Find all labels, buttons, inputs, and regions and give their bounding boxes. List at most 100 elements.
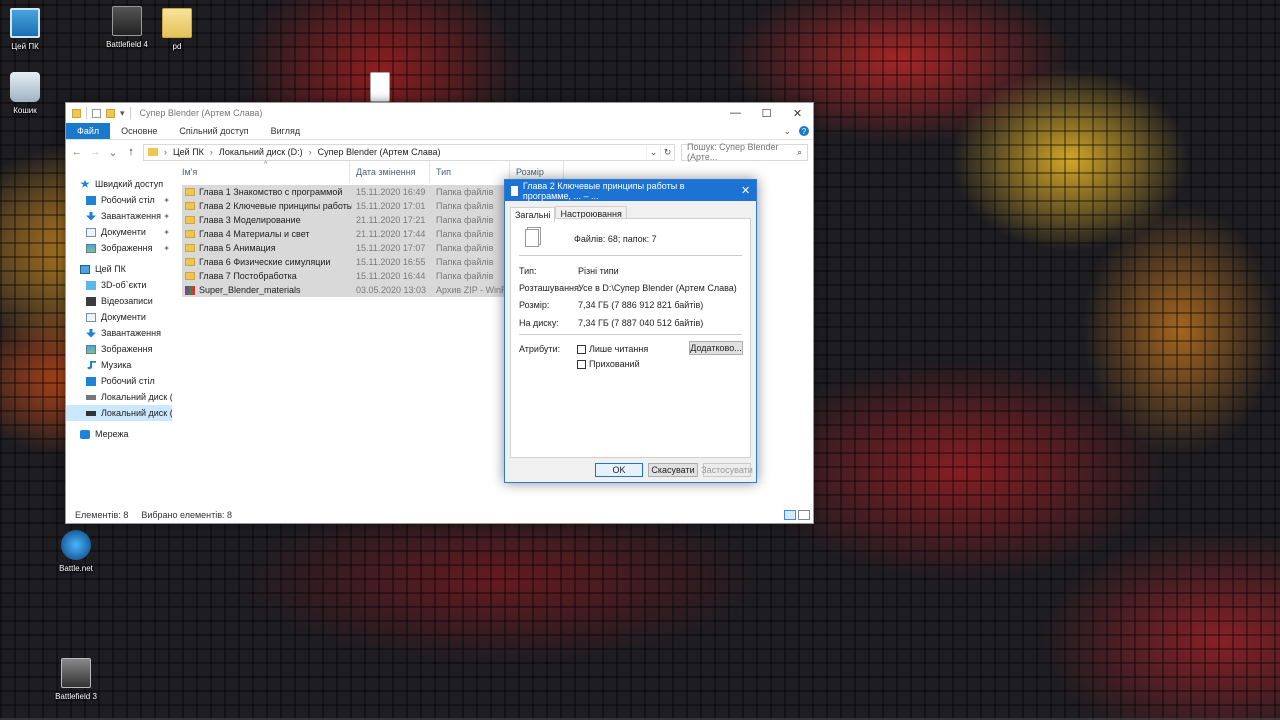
status-bar: Елементів: 8 Вибрано елементів: 8	[66, 507, 813, 523]
music-icon	[87, 360, 96, 370]
nav-desktop[interactable]: Робочий стіл	[66, 373, 172, 389]
minimize-button[interactable]: —	[720, 103, 751, 123]
ok-button[interactable]: OK	[595, 463, 643, 477]
nav-music[interactable]: Музика	[66, 357, 172, 373]
file-type: Архив ZIP - WinR...	[436, 285, 512, 295]
tab-view[interactable]: Вигляд	[260, 123, 312, 139]
hidden-checkbox[interactable]: Прихований	[577, 359, 640, 369]
file-name: Глава 2 Ключевые принципы работы в...	[199, 201, 352, 211]
nav-documents[interactable]: Документи	[66, 309, 172, 325]
property-value: Усе в D:\Супер Blender (Артем Слава)	[578, 283, 737, 293]
nav-quick-access[interactable]: Швидкий доступ	[66, 176, 172, 192]
folder-icon	[72, 108, 81, 118]
large-icons-view-icon[interactable]	[798, 510, 810, 520]
advanced-button[interactable]: Додатково...	[689, 341, 743, 355]
forward-arrow-icon[interactable]: →	[89, 146, 101, 158]
checkbox-box[interactable]	[577, 359, 586, 369]
nav-quick-pictures[interactable]: Зображення ✦	[66, 240, 172, 256]
star-icon	[80, 179, 90, 188]
nav-quick-downloads[interactable]: Завантаження ✦	[66, 208, 172, 224]
desktop-icon-pd[interactable]: pd	[142, 8, 212, 51]
search-icon: ⌕	[796, 146, 802, 157]
pin-icon: ✦	[163, 243, 170, 253]
up-arrow-icon[interactable]: ↑	[125, 146, 137, 158]
tab-file[interactable]: Файл	[66, 123, 111, 139]
nav-drive-c[interactable]: Локальний диск (C	[66, 389, 172, 405]
documents-icon	[86, 312, 96, 322]
download-icon	[86, 211, 96, 221]
tab-general[interactable]: Загальні	[510, 207, 556, 222]
nav-downloads[interactable]: Завантаження	[66, 325, 172, 341]
dialog-close-button[interactable]: ✕	[735, 184, 756, 197]
desktop-icon-file[interactable]	[345, 72, 415, 106]
file-name: Глава 4 Материалы и свет	[199, 229, 310, 239]
dialog-title-bar[interactable]: Глава 2 Ключевые принципы работы в прогр…	[505, 180, 756, 201]
desktop-icon	[86, 195, 96, 205]
desktop-icon-battlenet[interactable]: Battle.net	[41, 530, 111, 573]
nav-quick-desktop[interactable]: Робочий стіл ✦	[66, 192, 172, 208]
nav-label: Завантаження	[101, 328, 161, 338]
file-name: Глава 1 Знакомство с программой	[199, 187, 343, 197]
column-header-date[interactable]: Дата змінення	[350, 161, 430, 183]
separator	[129, 107, 131, 119]
readonly-checkbox[interactable]: Лише читання	[577, 344, 648, 354]
desktop-icon-battlefield3[interactable]: Battlefield 3	[41, 658, 111, 701]
file-date: 15.11.2020 16:44	[356, 271, 426, 281]
back-arrow-icon[interactable]: ←	[71, 146, 83, 158]
file-date: 15.11.2020 17:01	[356, 201, 426, 211]
nav-pictures[interactable]: Зображення	[66, 341, 172, 357]
file-name: Глава 5 Анимация	[199, 243, 276, 253]
checkbox-box[interactable]	[577, 344, 586, 354]
breadcrumb-current-folder[interactable]: Супер Blender (Артем Слава)	[318, 147, 441, 157]
computer-icon	[80, 264, 90, 274]
maximize-button[interactable]: ☐	[751, 103, 782, 123]
multiple-files-icon	[525, 229, 539, 247]
navigation-pane: Швидкий доступ Робочий стіл ✦ Завантажен…	[66, 171, 172, 506]
new-folder-quick-icon[interactable]	[106, 108, 115, 118]
search-input[interactable]: Пошук: Супер Blender (Арте... ⌕	[681, 142, 808, 162]
pin-icon: ✦	[163, 195, 170, 205]
network-icon	[80, 429, 90, 439]
column-header-name[interactable]: Ім'я	[176, 161, 350, 183]
title-bar[interactable]: ▾ Супер Blender (Артем Слава) — ☐ ✕	[66, 103, 813, 123]
address-bar[interactable]: › Цей ПК › Локальний диск (D:) › Супер B…	[143, 143, 675, 161]
breadcrumb-this-pc[interactable]: Цей ПК	[173, 147, 204, 157]
tab-share[interactable]: Спільний доступ	[168, 123, 259, 139]
files-folders-count: Файлів: 68; папок: 7	[574, 234, 657, 244]
checkbox-label: Лише читання	[589, 344, 649, 354]
nav-label: Зображення	[101, 344, 153, 354]
property-label: Розташування:	[519, 283, 582, 293]
nav-drive-d[interactable]: Локальний диск (D	[66, 405, 172, 421]
details-view-icon[interactable]	[784, 510, 796, 520]
nav-this-pc[interactable]: Цей ПК	[66, 261, 172, 277]
close-button[interactable]: ✕	[782, 103, 813, 123]
file-name: Глава 6 Физические симуляции	[199, 257, 331, 267]
nav-label: Робочий стіл	[101, 195, 155, 205]
separator	[86, 107, 87, 119]
nav-videos[interactable]: Відеозаписи	[66, 293, 172, 309]
cancel-button[interactable]: Скасувати	[648, 463, 698, 477]
help-icon[interactable]: ?	[799, 126, 809, 136]
expand-ribbon-icon[interactable]: ⌄	[783, 126, 791, 137]
file-date: 03.05.2020 13:03	[356, 285, 427, 295]
divider	[519, 334, 742, 335]
desktop-icon-label: Battlefield 3	[55, 692, 97, 701]
column-header-type[interactable]: Тип	[430, 161, 510, 183]
quick-access-dropdown-icon[interactable]: ▾	[120, 108, 125, 119]
nav-quick-documents[interactable]: Документи ✦	[66, 224, 172, 240]
desktop-icon-this-pc[interactable]: Цей ПК	[0, 8, 60, 51]
file-type: Папка файлів	[436, 187, 494, 197]
video-icon	[86, 296, 96, 306]
refresh-icon[interactable]: ↻	[660, 144, 674, 160]
nav-3d-objects[interactable]: 3D-об`єкти	[66, 277, 172, 293]
recent-locations-icon[interactable]: ⌄	[107, 146, 119, 159]
apply-button[interactable]: Застосувати	[701, 463, 753, 477]
desktop-icon-recycle-bin[interactable]: Кошик	[0, 72, 60, 115]
desktop-icon-label: Цей ПК	[11, 42, 39, 51]
address-dropdown-icon[interactable]: ⌄	[646, 144, 660, 160]
breadcrumb-drive-d[interactable]: Локальний диск (D:)	[219, 147, 303, 157]
properties-quick-icon[interactable]	[92, 108, 101, 118]
tab-home[interactable]: Основне	[110, 123, 168, 139]
file-name: Глава 3 Моделирование	[199, 215, 301, 225]
nav-network[interactable]: Мережа	[66, 426, 172, 442]
